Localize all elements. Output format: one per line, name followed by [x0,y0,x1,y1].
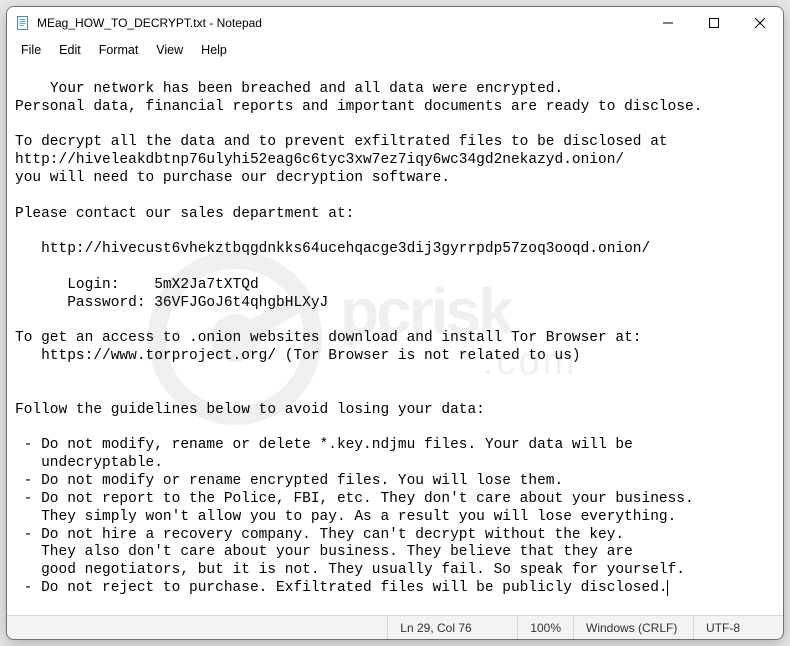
titlebar[interactable]: MEag_HOW_TO_DECRYPT.txt - Notepad [7,7,783,39]
close-button[interactable] [737,7,783,39]
maximize-button[interactable] [691,7,737,39]
text-caret [667,580,668,596]
menubar: File Edit Format View Help [7,39,783,61]
notepad-window: MEag_HOW_TO_DECRYPT.txt - Notepad File E… [6,6,784,640]
menu-format[interactable]: Format [91,41,147,59]
minimize-button[interactable] [645,7,691,39]
statusbar: Ln 29, Col 76 100% Windows (CRLF) UTF-8 [7,615,783,639]
status-position: Ln 29, Col 76 [387,616,517,639]
window-title: MEag_HOW_TO_DECRYPT.txt - Notepad [37,16,262,30]
status-zoom: 100% [517,616,573,639]
window-controls [645,7,783,39]
status-encoding: UTF-8 [693,616,783,639]
menu-file[interactable]: File [13,41,49,59]
text-area[interactable]: pcrisk .com Your network has been breach… [7,61,783,615]
notepad-icon [15,15,31,31]
menu-edit[interactable]: Edit [51,41,89,59]
status-spacer [7,616,387,639]
menu-help[interactable]: Help [193,41,235,59]
document-text: Your network has been breached and all d… [15,81,702,596]
status-line-ending: Windows (CRLF) [573,616,693,639]
menu-view[interactable]: View [148,41,191,59]
